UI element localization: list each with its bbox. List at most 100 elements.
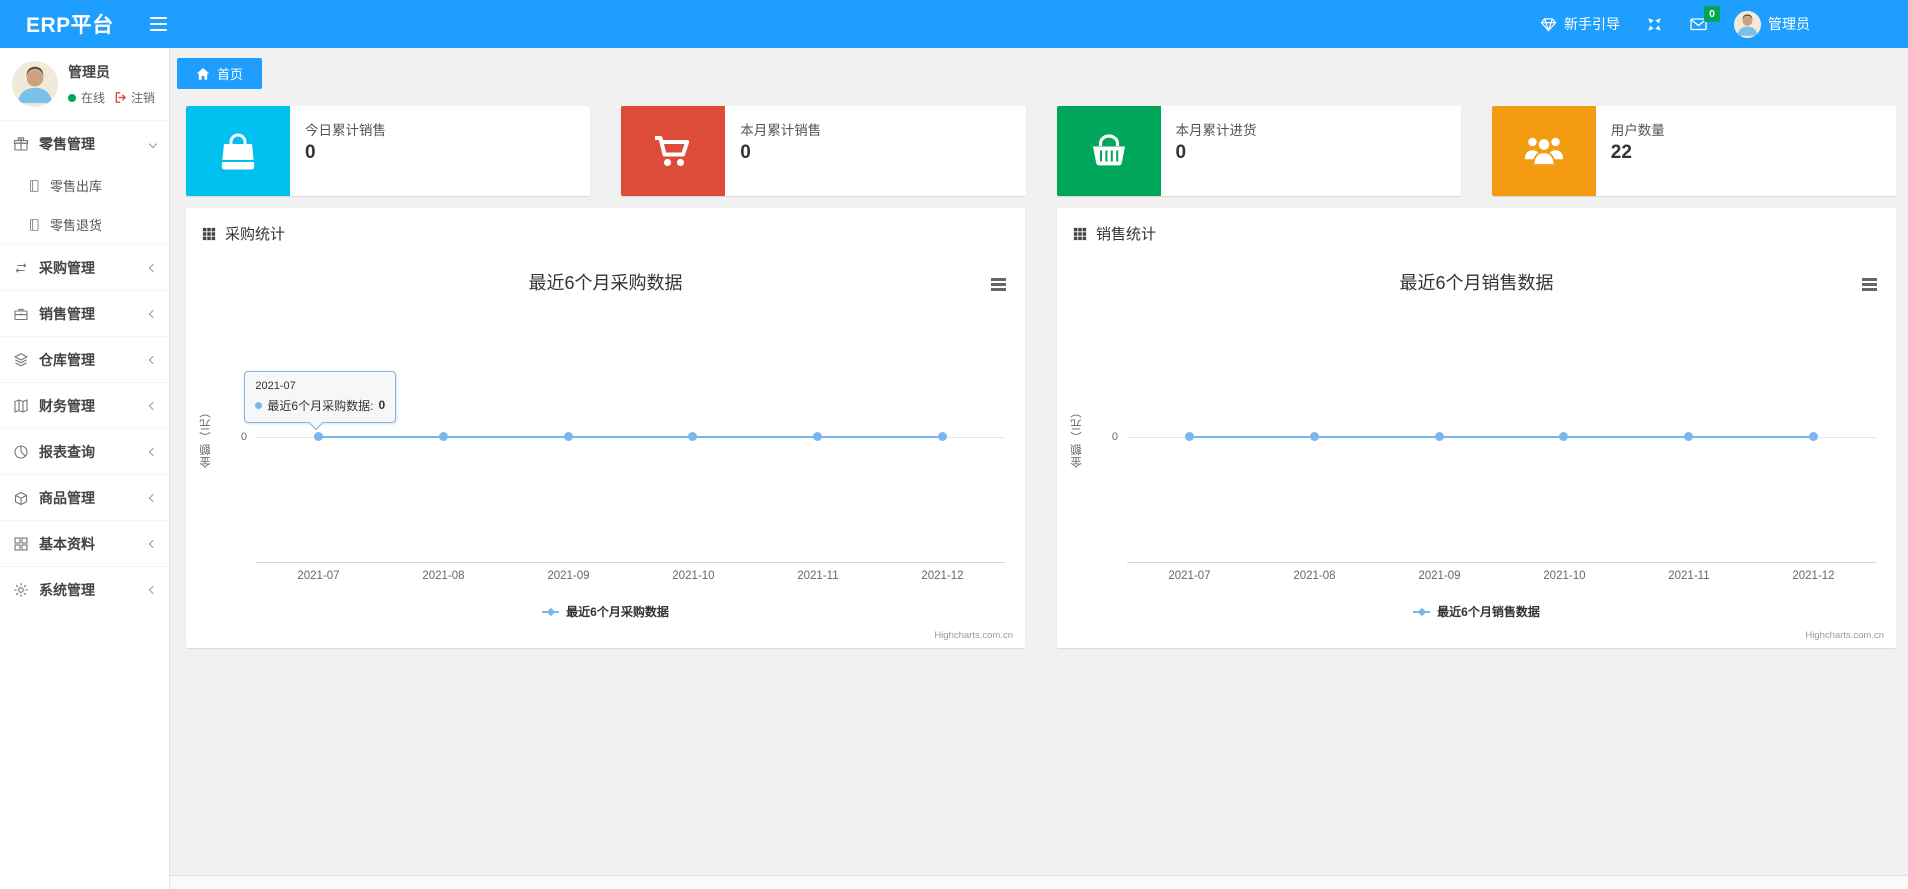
stat-card-value: 0 [740,142,751,163]
chevron-left-icon [148,263,158,272]
sidebar-item-label: 财务管理 [39,397,95,414]
briefcase-icon [13,306,30,322]
sidebar-item-label: 零售管理 [39,135,95,152]
stat-card-value: 0 [1175,142,1187,163]
user-menu[interactable]: 管理员 [1734,10,1810,38]
data-point[interactable] [1559,432,1569,441]
messages-button[interactable]: 0 [1689,6,1720,33]
sidebar-item-sales-mgmt[interactable]: 销售管理 [0,291,169,336]
footer [170,875,1908,889]
gear-icon [13,582,30,598]
stat-card-value: 22 [1610,142,1632,163]
basket-icon [1056,106,1161,196]
x-tick-label: 2021-10 [1543,570,1586,582]
stat-card-label: 本月累计销售 [740,123,822,138]
y-axis-tick: 0 [240,430,247,443]
data-point[interactable] [438,432,448,441]
data-point[interactable] [1309,432,1319,441]
stat-card-today-sales: 今日累计销售 0 [186,106,591,196]
tooltip-value: 0 [378,398,386,412]
sidebar-item-purchase-mgmt[interactable]: 采购管理 [0,245,169,290]
sidebar-item-label: 采购管理 [39,259,95,276]
tooltip-header: 2021-07 [255,379,296,392]
online-status-dot [68,93,76,102]
tab-home[interactable]: 首页 [177,58,263,89]
y-axis-title: 金额（元） [200,405,212,468]
username-label: 管理员 [1768,16,1810,32]
x-tick-label: 2021-11 [1668,570,1710,582]
sidebar-item-label: 报表查询 [39,443,95,460]
gem-icon [1540,16,1557,33]
package-icon [13,490,30,506]
pie-chart-icon [13,444,30,460]
data-point[interactable] [1184,432,1194,441]
data-point[interactable] [688,432,698,441]
chart-legend[interactable]: 最近6个月采购数据 [186,603,1025,620]
sidebar-item-goods-mgmt[interactable]: 商品管理 [0,475,169,520]
y-axis-tick: 0 [1111,430,1118,443]
map-icon [13,398,30,414]
x-axis-labels: 2021-07 2021-08 2021-09 2021-10 2021-11 … [256,570,1005,582]
stat-card-value: 0 [305,142,316,163]
legend-label: 最近6个月销售数据 [1437,605,1540,619]
panel-purchase-stats: 采购统计 最近6个月采购数据 金额（元） 0 2021-07 最近6个月采购数据… [186,208,1025,648]
legend-marker-icon [542,607,560,616]
newbie-guide-button[interactable]: 新手引导 [1540,14,1620,34]
series-markers [1127,432,1876,441]
data-point[interactable] [1809,432,1819,441]
online-status-label: 在线 [81,91,106,105]
sidebar-subitem-retail-outbound[interactable]: 零售出库 [0,166,169,205]
chart-credits[interactable]: Highcharts.com.cn [1805,630,1884,641]
sidebar-menu: 零售管理 零售出库 零售退货 采购管理 销售管理 仓库管理 财务管理 报表查询 … [0,120,169,612]
sidebar-item-retail-mgmt[interactable]: 零售管理 [0,121,169,166]
chevron-down-icon [148,139,158,148]
charts-row: 采购统计 最近6个月采购数据 金额（元） 0 2021-07 最近6个月采购数据… [186,208,1896,648]
data-point[interactable] [313,432,323,441]
sidebar-item-finance-mgmt[interactable]: 财务管理 [0,383,169,428]
x-tick-label: 2021-09 [547,570,590,582]
x-tick-label: 2021-10 [672,570,715,582]
mail-count-badge: 0 [1704,6,1720,22]
logout-icon [114,91,127,104]
sidebar-item-warehouse-mgmt[interactable]: 仓库管理 [0,337,169,382]
chevron-left-icon [148,539,158,548]
sidebar-item-system-mgmt[interactable]: 系统管理 [0,567,169,612]
series-markers [256,432,1005,441]
y-axis-title: 金额（元） [1071,405,1083,468]
th-grid-icon [202,227,216,241]
sidebar-item-label: 销售管理 [39,305,95,322]
sidebar-item-basic-data[interactable]: 基本资料 [0,521,169,566]
sidebar-item-label: 系统管理 [39,581,95,598]
chevron-left-icon [148,309,158,318]
fullscreen-icon[interactable] [1646,16,1663,33]
logout-button[interactable]: 注销 [114,89,155,106]
chevron-left-icon [148,585,158,594]
notebook-icon [27,179,42,193]
data-point[interactable] [563,432,573,441]
data-point[interactable] [1434,432,1444,441]
avatar [1734,10,1761,38]
chart-credits[interactable]: Highcharts.com.cn [934,630,1013,641]
sidebar-subitem-retail-return[interactable]: 零售退货 [0,205,169,244]
x-tick-label: 2021-09 [1418,570,1461,582]
data-point[interactable] [1684,432,1694,441]
tab-bar: 首页 [170,48,1908,89]
users-icon [1491,106,1596,196]
chart-export-menu-icon[interactable] [989,276,1008,293]
avatar [12,61,58,107]
grid-icon [13,536,30,552]
sidebar-item-report-query[interactable]: 报表查询 [0,429,169,474]
gift-icon [13,136,30,152]
stat-card-label: 本月累计进货 [1175,123,1257,138]
sidebar: 管理员 在线 注销 零售管理 零售出库 零售退货 采购管理 销售管理 仓库管理 … [0,48,170,889]
sidebar-toggle-icon[interactable] [149,16,167,32]
stat-card-label: 今日累计销售 [305,123,386,138]
chart-legend[interactable]: 最近6个月销售数据 [1057,603,1896,620]
main-content: 首页 今日累计销售 0 本月累计销售 0 本月累计进货 0 用户数量 22 采购… [170,48,1908,889]
data-point[interactable] [938,432,948,441]
home-icon [196,67,210,81]
x-tick-label: 2021-08 [1293,570,1336,582]
chart-export-menu-icon[interactable] [1860,276,1879,293]
data-point[interactable] [813,432,823,441]
stat-card-month-purchase: 本月累计进货 0 [1056,106,1461,196]
